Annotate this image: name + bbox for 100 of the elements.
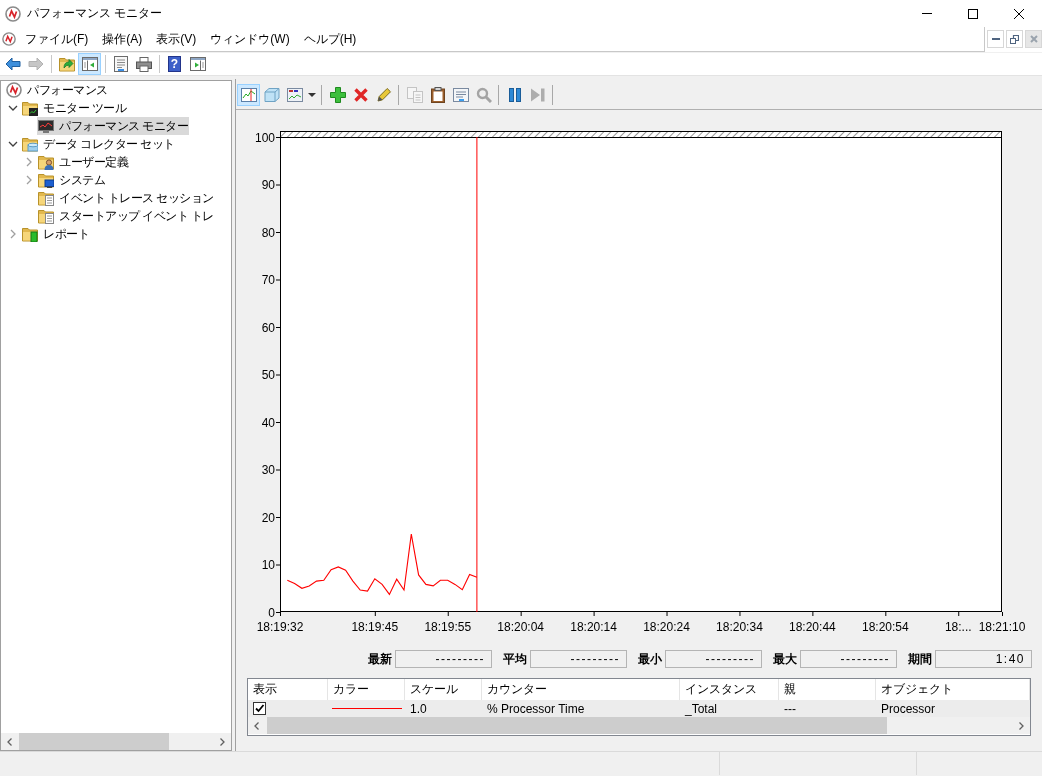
- menu-item[interactable]: ヘルプ(H): [296, 28, 364, 50]
- x-axis-label: 18:20:34: [716, 620, 763, 634]
- chevron-left-icon: [7, 737, 12, 746]
- help-button[interactable]: ?: [163, 53, 186, 75]
- skip-forward-icon: [529, 87, 546, 103]
- y-axis-label: 80: [261, 225, 275, 240]
- chevron-down-icon[interactable]: [7, 105, 18, 111]
- x-icon: [352, 87, 369, 103]
- tree-item[interactable]: レポート: [21, 225, 90, 243]
- folder-graph-icon: [22, 100, 38, 116]
- menu-item[interactable]: ファイル(F): [18, 28, 96, 50]
- tree-item[interactable]: パフォーマンス モニター: [37, 117, 190, 135]
- chevron-right-icon[interactable]: [9, 229, 16, 239]
- restore-button[interactable]: [1006, 30, 1023, 48]
- caret-icon: [308, 93, 316, 97]
- plus-icon: [329, 87, 346, 103]
- y-axis-label: 0: [268, 605, 275, 620]
- menu-item[interactable]: 操作(A): [95, 28, 150, 50]
- stat-label: 最新: [368, 650, 392, 668]
- table-row[interactable]: 1.0 % Processor Time _Total --- Processor: [248, 700, 1030, 717]
- monitor-graph-icon: [38, 118, 54, 134]
- maximize-icon: [968, 8, 978, 19]
- chevron-down-icon[interactable]: [7, 141, 18, 147]
- folder-bar-icon: [22, 226, 38, 242]
- stat-label: 最大: [773, 650, 797, 668]
- x-axis-label: 18:21:10: [978, 620, 1026, 634]
- table-cell-text: ---: [783, 700, 797, 717]
- chevron-right-icon: [1019, 721, 1024, 730]
- menu-item[interactable]: 表示(V): [149, 28, 204, 50]
- checkbox[interactable]: [253, 702, 266, 715]
- x-axis-label: 18:20:54: [861, 620, 909, 634]
- folder-screen-icon: [38, 172, 54, 188]
- forward-arrow-icon: [27, 56, 44, 72]
- chevron-left-icon: [254, 721, 259, 730]
- chevron-right-icon[interactable]: [25, 157, 32, 167]
- clipboard-icon: [429, 87, 446, 103]
- tree-item[interactable]: イベント トレース セッション: [37, 189, 215, 207]
- stat-field: ---------: [395, 650, 492, 668]
- stat-label: 平均: [503, 650, 527, 668]
- scroll-thumb[interactable]: [267, 717, 887, 734]
- table-cell-text: _Total: [684, 700, 719, 717]
- folder-document-icon: [38, 190, 54, 206]
- chevron-right-icon: [220, 737, 225, 746]
- circle-pulse-icon: [5, 5, 21, 22]
- help-icon: ?: [168, 56, 181, 72]
- stat-field: ---------: [800, 650, 897, 668]
- y-axis-label: 10: [261, 558, 275, 572]
- document-list-icon: [112, 56, 129, 72]
- close-icon: [1029, 35, 1038, 43]
- x-axis-label: 18:20:24: [643, 620, 690, 634]
- stat-label: 最小: [638, 650, 662, 668]
- tree-item[interactable]: ユーザー定義: [37, 153, 129, 171]
- y-axis-label: 100: [254, 130, 275, 145]
- restore-icon: [1010, 34, 1019, 44]
- scroll-thumb[interactable]: [19, 733, 169, 750]
- stat-field: ---------: [530, 650, 627, 668]
- folder-document-icon: [38, 208, 54, 224]
- y-axis-label: 90: [261, 178, 275, 192]
- table-cell-text: % Processor Time: [486, 700, 586, 717]
- pencil-icon: [375, 87, 392, 103]
- x-axis-label: 18:19:55: [424, 620, 472, 634]
- y-axis-label: 40: [261, 415, 275, 430]
- current-activity-button[interactable]: [237, 84, 260, 106]
- tree-item[interactable]: パフォーマンス: [5, 81, 109, 99]
- close-icon: [1014, 8, 1024, 19]
- y-axis-label: 30: [261, 463, 275, 477]
- x-axis-label: 18:20:04: [497, 620, 545, 634]
- stat-label: 期間: [908, 650, 932, 668]
- window-title: パフォーマンス モニター: [27, 5, 163, 22]
- back-arrow-icon: [4, 56, 21, 72]
- menu-item[interactable]: ウィンドウ(W): [203, 28, 297, 50]
- cube-icon: [263, 87, 280, 103]
- stat-field: 1:40: [935, 650, 1032, 668]
- minimize-icon: [922, 13, 932, 14]
- show-tree-button[interactable]: [78, 53, 101, 75]
- copy-icon: [406, 87, 423, 103]
- window-chart-icon: [286, 87, 303, 103]
- folder-user-icon: [38, 154, 54, 170]
- table-cell-text: Processor: [880, 700, 937, 717]
- x-axis-label: 18:19:32: [256, 620, 304, 634]
- x-axis-label: 18:20:14: [570, 620, 617, 634]
- tree-item[interactable]: モニター ツール: [21, 99, 128, 117]
- table-cell-text: 1.0: [409, 700, 428, 717]
- x-axis-label: 18:20:44: [789, 620, 836, 634]
- chevron-right-icon[interactable]: [25, 175, 32, 185]
- pause-icon: [506, 87, 523, 103]
- tree-item[interactable]: スタートアップ イベント トレ: [37, 207, 215, 225]
- window-list-icon: [452, 87, 469, 103]
- line-chart-icon: [240, 87, 257, 103]
- stat-field: ---------: [665, 650, 762, 668]
- window-panel-icon: [189, 56, 206, 72]
- minimize-button[interactable]: [987, 30, 1004, 48]
- tree-item[interactable]: データ コレクター セット: [21, 135, 176, 153]
- printer-icon: [135, 56, 152, 72]
- y-axis-label: 70: [261, 273, 275, 287]
- y-axis-label: 20: [261, 510, 275, 525]
- tree-item[interactable]: システム: [37, 171, 106, 189]
- folder-cylinder-icon: [22, 136, 38, 152]
- x-axis-label: 18:19:45: [351, 620, 399, 634]
- folder-arrow-icon: [58, 56, 75, 72]
